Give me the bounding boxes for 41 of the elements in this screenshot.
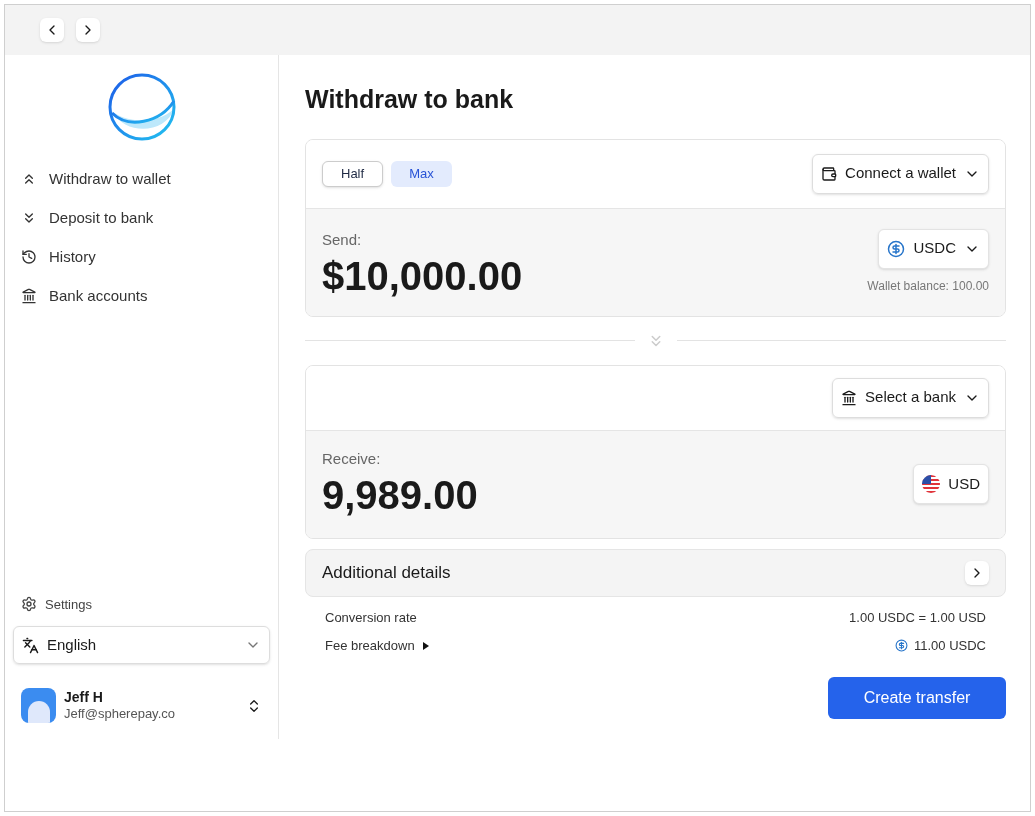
wallet-icon [821, 165, 838, 182]
send-amount: $10,000.00 [322, 253, 524, 300]
detail-value: 1.00 USDC = 1.00 USD [849, 608, 986, 627]
settings-icon [21, 596, 37, 613]
receive-amount: 9,989.00 [322, 472, 479, 520]
back-button[interactable] [40, 18, 64, 42]
detail-value: 11.00 USDC [914, 636, 986, 655]
sidebar-item[interactable]: Deposit to bank [21, 206, 262, 230]
forward-button[interactable] [76, 18, 100, 42]
expand-button[interactable] [965, 560, 989, 585]
create-transfer-button[interactable]: Create transfer [828, 676, 1006, 719]
history-icon [21, 249, 37, 265]
wallet-balance: Wallet balance: 100.00 [867, 277, 989, 295]
receive-label: Receive: [322, 448, 382, 469]
page-title: Withdraw to bank [305, 84, 515, 115]
currency-select[interactable]: USDC [878, 228, 989, 269]
user-email: Jeff@spherepay.co [64, 706, 176, 723]
sidebar-item[interactable]: History [21, 245, 262, 269]
bank-icon [841, 389, 858, 406]
details-title: Additional details [322, 561, 452, 584]
coin-icon [895, 639, 908, 652]
detail-label[interactable]: Fee breakdown [325, 635, 415, 656]
translate-icon [22, 636, 39, 654]
language-select[interactable]: English [13, 626, 270, 664]
settings-link[interactable]: Settings [13, 594, 270, 614]
wallet-select[interactable]: Connect a wallet [812, 153, 989, 194]
details-header[interactable]: Additional details [305, 548, 1006, 597]
flag-icon [922, 475, 941, 493]
amount-chip[interactable]: Max [391, 160, 452, 187]
bank-icon [21, 288, 37, 304]
sidebar-item[interactable]: Withdraw to wallet [21, 167, 262, 191]
send-label: Send: [322, 229, 363, 250]
currency-select[interactable]: USD [913, 464, 989, 504]
amount-chip[interactable]: Half [322, 160, 384, 187]
sidebar-item[interactable]: Bank accounts [21, 284, 262, 308]
avatar [21, 688, 56, 723]
expand-triangle-icon[interactable] [422, 641, 429, 650]
detail-label: Conversion rate [325, 608, 417, 627]
user-name: Jeff H [64, 688, 104, 707]
bank-select[interactable]: Select a bank [832, 377, 989, 418]
coin-icon [887, 239, 906, 258]
